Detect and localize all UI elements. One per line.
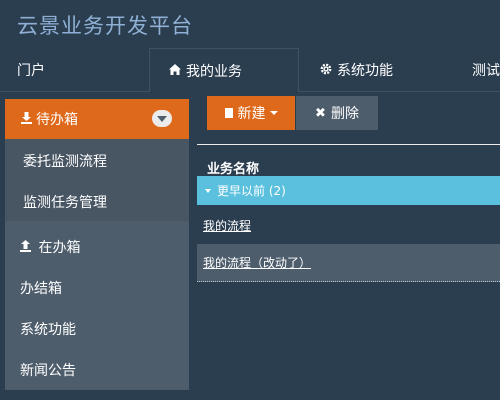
table-top-divider [197,144,500,145]
new-button-label: 新建 [237,106,266,122]
collapse-toggle-icon[interactable] [152,110,172,127]
sidebar-item-pending[interactable]: 待办箱 [5,99,189,139]
row-link[interactable]: 我的流程 [203,217,251,234]
nav-tab-portal[interactable]: 门户 [17,48,45,92]
nav-tab-test[interactable]: 测试 [472,48,500,92]
sidebar-item-in-progress[interactable]: 在办箱 [20,237,80,257]
sidebar-subitem-task-management[interactable]: 监测任务管理 [23,192,107,212]
nav-tab-test-label: 测试 [472,63,500,79]
download-icon [21,111,32,127]
table-row: 我的流程 [197,206,500,244]
file-icon [224,108,233,118]
sidebar: 待办箱 委托监测流程 监测任务管理 在办箱 办结箱 系统功能 新闻公告 [5,99,189,390]
upload-icon [20,240,38,256]
group-row-label: 更早以前 (2) [217,184,286,198]
active-tab-gap [150,91,298,92]
app-title: 云景业务开发平台 [17,14,193,38]
delete-button-label: 删除 [330,106,359,122]
delete-button[interactable]: ✖ 删除 [296,96,378,130]
table-row: 我的流程（改动了） [197,244,500,282]
nav-tab-portal-label: 门户 [17,63,45,79]
pending-submenu: 委托监测流程 监测任务管理 [5,139,189,221]
sidebar-item-system[interactable]: 系统功能 [20,319,76,339]
nav-tab-my-business-label: 我的业务 [186,63,242,80]
sidebar-item-done[interactable]: 办结箱 [20,278,62,298]
sidebar-item-pending-label: 待办箱 [36,112,78,128]
nav-tab-my-business[interactable]: 我的业务 [149,48,299,92]
home-icon [169,63,181,78]
sidebar-item-in-progress-label: 在办箱 [38,240,81,256]
group-row-earlier[interactable]: 更早以前 (2) [197,176,500,205]
caret-down-icon [269,111,278,115]
new-button[interactable]: 新建 [207,96,295,130]
sidebar-subitem-entrust-flow[interactable]: 委托监测流程 [23,151,107,171]
row-link[interactable]: 我的流程（改动了） [203,254,311,271]
column-header-business-name: 业务名称 [207,162,260,177]
sidebar-item-news[interactable]: 新闻公告 [20,360,76,380]
close-icon: ✖ [315,105,326,121]
nav-tab-system-label: 系统功能 [337,63,393,79]
gear-icon [320,63,332,78]
chevron-down-icon [205,188,211,193]
nav-tab-system[interactable]: 系统功能 [320,48,393,92]
